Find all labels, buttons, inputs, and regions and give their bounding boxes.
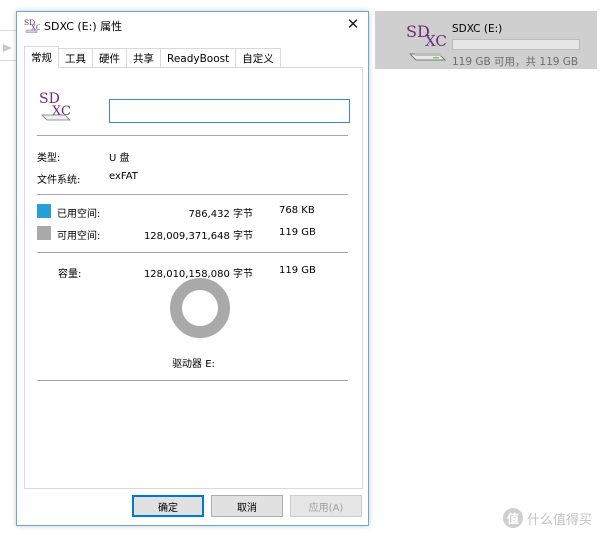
donut-free-ring xyxy=(170,278,230,338)
used-space-label: 已用空间: xyxy=(57,209,101,220)
capacity-size: 119 GB xyxy=(279,265,316,276)
separator xyxy=(37,135,348,136)
tab-customize[interactable]: 自定义 xyxy=(235,48,281,68)
explorer-free-space-text: 119 GB 可用，共 119 GB xyxy=(452,56,579,68)
tab-general[interactable]: 常规 xyxy=(24,46,59,68)
watermark-logo-icon: 值 xyxy=(502,508,523,528)
type-label: 类型: xyxy=(37,153,61,164)
filesystem-value: exFAT xyxy=(109,171,138,182)
separator xyxy=(37,252,348,253)
svg-text:XC: XC xyxy=(425,32,447,50)
sdxc-title-icon: SD XC xyxy=(24,18,40,33)
ok-button[interactable]: 确定 xyxy=(132,495,204,517)
explorer-drive-name: SDXC (E:) xyxy=(452,23,503,35)
filesystem-label: 文件系统: xyxy=(37,175,81,186)
used-space-swatch xyxy=(37,204,51,218)
cancel-button[interactable]: 取消 xyxy=(211,495,283,517)
watermark: 值 什么值得买 xyxy=(502,508,592,528)
usage-donut-chart xyxy=(170,278,230,338)
tab-bar: 常规 工具 硬件 共享 ReadyBoost 自定义 xyxy=(24,46,281,68)
tab-readyboost[interactable]: ReadyBoost xyxy=(160,48,237,68)
explorer-drive-tile[interactable]: SD XC SDXC (E:) 119 GB 可用，共 119 GB xyxy=(375,11,597,69)
free-space-label: 可用空间: xyxy=(57,231,101,242)
explorer-capacity-bar xyxy=(452,39,580,50)
type-value: U 盘 xyxy=(109,153,130,164)
sdxc-drive-icon: SD XC xyxy=(406,22,447,61)
drive-letter-label: 驱动器 E: xyxy=(172,359,215,370)
tab-hardware[interactable]: 硬件 xyxy=(92,48,127,68)
properties-dialog: SD XC SDXC (E:) 属性 ✕ 常规 工具 硬件 共享 ReadyBo… xyxy=(16,11,369,526)
tab-sharing[interactable]: 共享 xyxy=(126,48,161,68)
used-space-size: 768 KB xyxy=(279,205,315,216)
drive-name-input[interactable] xyxy=(109,99,350,123)
separator xyxy=(37,194,348,195)
tab-tools[interactable]: 工具 xyxy=(58,48,93,68)
separator xyxy=(37,380,348,381)
used-space-bytes: 786,432 字节 xyxy=(188,209,253,220)
free-space-swatch xyxy=(37,226,51,240)
free-space-bytes: 128,009,371,648 字节 xyxy=(143,231,253,242)
sdxc-drive-icon: SD XC xyxy=(39,91,71,121)
capacity-label: 容量: xyxy=(58,269,82,280)
dialog-title: SDXC (E:) 属性 xyxy=(44,20,123,33)
watermark-text: 什么值得买 xyxy=(526,512,592,528)
background-arrow-icon xyxy=(3,44,12,52)
close-button[interactable]: ✕ xyxy=(338,12,368,36)
general-tab-panel: SD XC 类型: U 盘 文件系统: exFAT 已用空间: 786,432 … xyxy=(24,67,363,489)
dialog-titlebar[interactable]: SD XC SDXC (E:) 属性 ✕ xyxy=(17,12,368,40)
apply-button[interactable]: 应用(A) xyxy=(290,495,362,517)
close-icon: ✕ xyxy=(346,15,360,33)
free-space-size: 119 GB xyxy=(279,227,316,238)
